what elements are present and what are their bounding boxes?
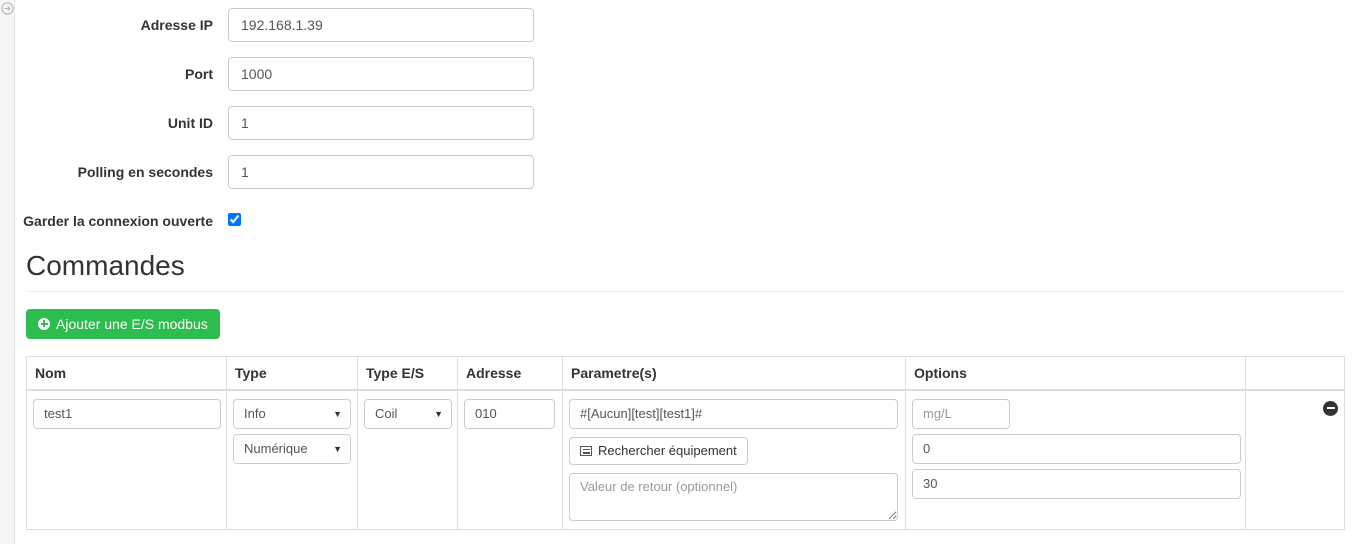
add-button-area: Ajouter une E/S modbus	[16, 292, 1355, 339]
column-header-adresse: Adresse	[457, 355, 563, 391]
cell-actions	[1245, 389, 1345, 530]
plus-circle-icon	[38, 317, 50, 330]
adresse-ip-input[interactable]	[228, 8, 534, 42]
page-root: Adresse IP Port Unit ID Polling en secon…	[0, 0, 1355, 544]
chevron-down-icon: ▼	[434, 408, 443, 419]
form-row-unit-id: Unit ID	[16, 106, 1355, 140]
form-row-port: Port	[16, 57, 1355, 91]
row-unit-input[interactable]	[912, 398, 1010, 429]
commands-table-wrap: Nom Type Type E/S Adresse Parametre(s) O…	[26, 355, 1345, 530]
table-header-row: Nom Type Type E/S Adresse Parametre(s) O…	[26, 355, 1345, 391]
row-type-es-value: Coil	[375, 405, 398, 421]
unit-id-input[interactable]	[228, 106, 534, 140]
chevron-down-icon: ▼	[333, 408, 342, 419]
connection-form: Adresse IP Port Unit ID Polling en secon…	[16, 0, 1355, 231]
cell-nom	[26, 389, 227, 530]
column-header-type: Type	[226, 355, 358, 391]
row-min-input[interactable]	[912, 433, 1241, 464]
keep-connection-open-checkbox[interactable]	[228, 213, 241, 226]
column-header-actions	[1245, 355, 1345, 391]
row-subtype-value: Numérique	[244, 440, 308, 456]
list-icon	[580, 445, 592, 456]
label-adresse-ip: Adresse IP	[140, 17, 213, 33]
form-row-keep-open: Garder la connexion ouverte	[16, 204, 1355, 231]
row-type-select[interactable]: Info ▼	[233, 398, 351, 429]
column-header-nom: Nom	[26, 355, 227, 391]
form-row-adresse-ip: Adresse IP	[16, 8, 1355, 42]
add-io-modbus-button[interactable]: Ajouter une E/S modbus	[26, 308, 220, 339]
search-equipment-button[interactable]: Rechercher équipement	[569, 436, 748, 465]
label-unit-id: Unit ID	[167, 115, 213, 131]
search-equipment-label: Rechercher équipement	[598, 443, 737, 459]
chevron-down-icon: ▼	[333, 443, 342, 454]
add-io-modbus-label: Ajouter une E/S modbus	[56, 315, 208, 332]
cell-options	[905, 389, 1246, 530]
cell-parametres: Rechercher équipement	[562, 389, 906, 530]
column-header-parametres: Parametre(s)	[562, 355, 906, 391]
label-polling: Polling en secondes	[77, 164, 213, 180]
cell-type-es: Coil ▼	[357, 389, 458, 530]
commands-table-body: Info ▼ Numérique ▼ Coil ▼	[26, 389, 1345, 530]
row-name-input[interactable]	[33, 398, 221, 429]
column-header-options: Options	[905, 355, 1246, 391]
row-max-input[interactable]	[912, 468, 1241, 499]
sidebar-strip	[0, 0, 15, 544]
row-address-input[interactable]	[464, 398, 555, 429]
commands-table-head: Nom Type Type E/S Adresse Parametre(s) O…	[26, 355, 1345, 391]
cell-adresse	[457, 389, 563, 530]
row-subtype-select[interactable]: Numérique ▼	[233, 433, 351, 464]
table-row: Info ▼ Numérique ▼ Coil ▼	[26, 389, 1345, 530]
row-type-es-select[interactable]: Coil ▼	[364, 398, 452, 429]
main-content: Adresse IP Port Unit ID Polling en secon…	[16, 0, 1355, 544]
minus-circle-icon[interactable]	[1323, 400, 1338, 416]
row-type-value: Info	[244, 405, 266, 421]
polling-input[interactable]	[228, 155, 534, 189]
form-row-polling: Polling en secondes	[16, 155, 1355, 189]
arrow-circle-right-icon[interactable]	[1, 2, 14, 15]
commandes-title: Commandes	[26, 250, 1345, 292]
column-header-type-es: Type E/S	[357, 355, 458, 391]
port-input[interactable]	[228, 57, 534, 91]
row-parameter-input[interactable]	[569, 398, 898, 429]
commands-table: Nom Type Type E/S Adresse Parametre(s) O…	[26, 355, 1345, 530]
label-keep-connection-open: Garder la connexion ouverte	[23, 213, 213, 229]
label-port: Port	[185, 66, 213, 82]
row-return-value-textarea[interactable]	[569, 472, 898, 521]
cell-type: Info ▼ Numérique ▼	[226, 389, 358, 530]
